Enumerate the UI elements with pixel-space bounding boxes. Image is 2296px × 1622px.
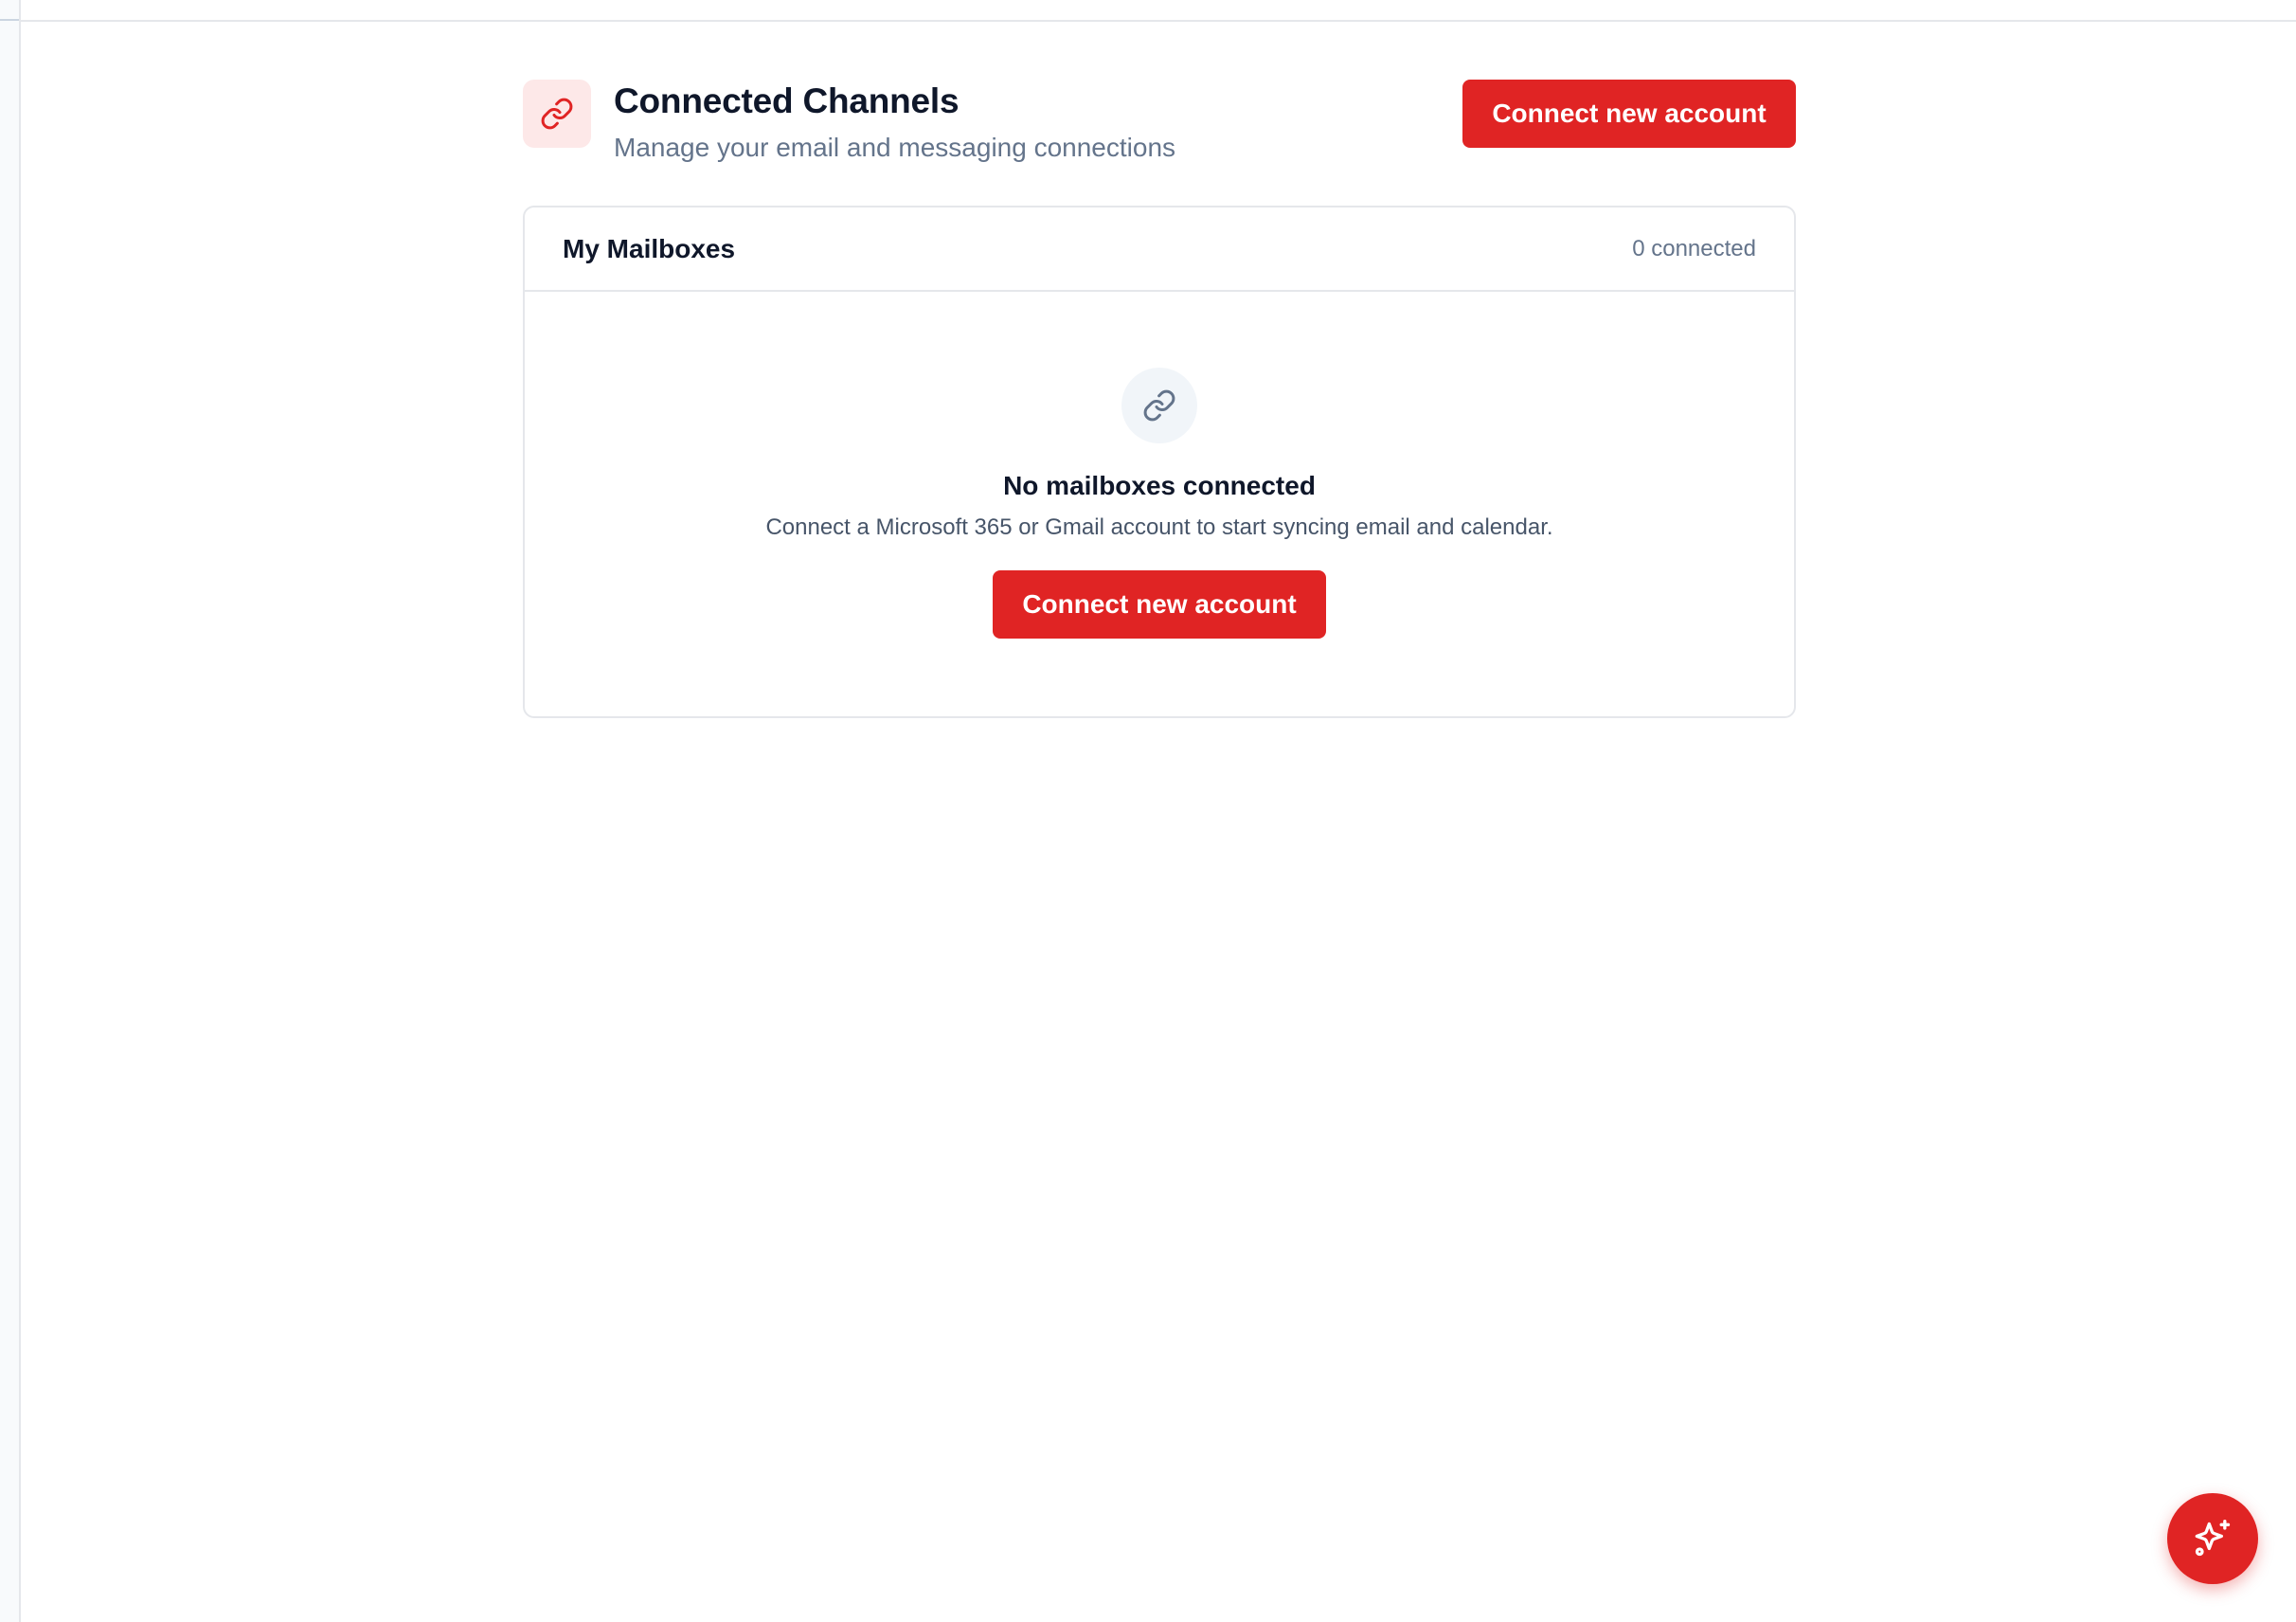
empty-state-title: No mailboxes connected xyxy=(1003,471,1316,500)
top-bar xyxy=(21,0,2296,22)
ai-assistant-button[interactable] xyxy=(2167,1493,2258,1584)
page-subtitle: Manage your email and messaging connecti… xyxy=(614,133,1176,162)
page-title: Connected Channels xyxy=(614,81,960,120)
sidebar-divider xyxy=(0,19,19,21)
mailboxes-card-header: My Mailboxes 0 connected xyxy=(525,207,1794,292)
link-icon xyxy=(1121,368,1197,443)
connected-count: 0 connected xyxy=(1632,235,1756,261)
empty-state: No mailboxes connected Connect a Microso… xyxy=(525,292,1794,639)
page-header: Connected Channels Manage your email and… xyxy=(523,78,1796,163)
mailboxes-card: My Mailboxes 0 connected No mailboxes co… xyxy=(523,206,1796,718)
header-text: Connected Channels Manage your email and… xyxy=(614,78,1175,167)
app: Connected Channels Manage your email and… xyxy=(0,0,2296,1622)
left-sidebar-rail xyxy=(0,0,21,1622)
sparkles-icon xyxy=(2192,1518,2233,1559)
connect-new-account-button[interactable]: Connect new account xyxy=(1462,80,1796,148)
empty-state-connect-button[interactable]: Connect new account xyxy=(993,570,1326,639)
mailboxes-title: My Mailboxes xyxy=(563,233,736,263)
link-icon xyxy=(523,80,591,148)
empty-state-description: Connect a Microsoft 365 or Gmail account… xyxy=(765,514,1553,540)
main-content: Connected Channels Manage your email and… xyxy=(523,78,1796,718)
